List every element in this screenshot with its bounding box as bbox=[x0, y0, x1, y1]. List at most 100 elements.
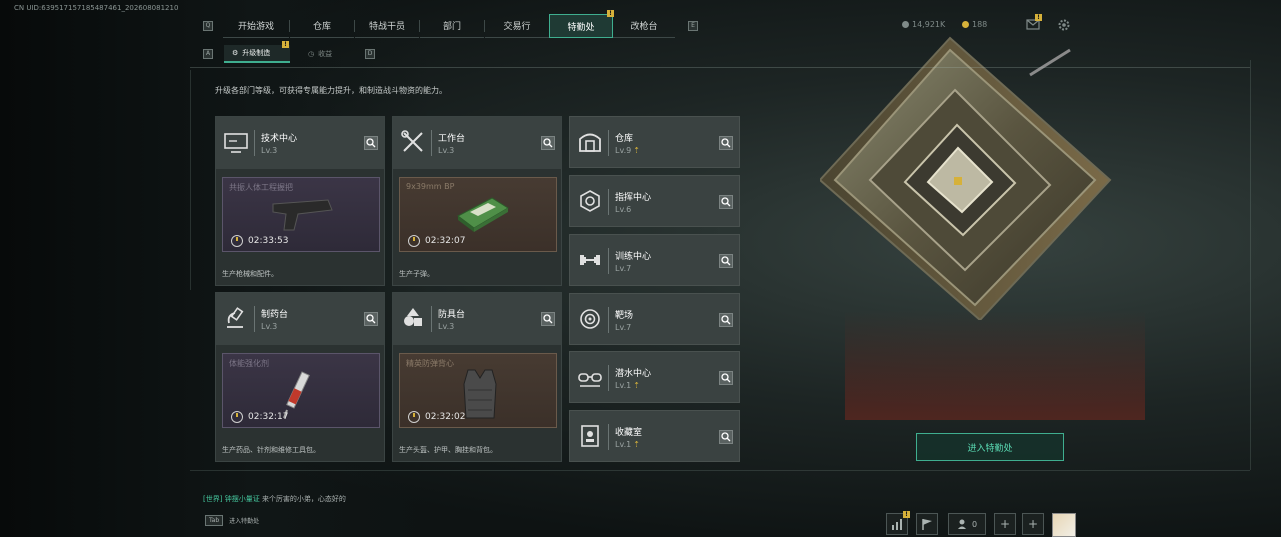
tab-label: 改枪台 bbox=[630, 22, 658, 32]
inspect-button[interactable] bbox=[364, 136, 378, 150]
facility-card-shooting-range[interactable]: 靶场 Lv.7 bbox=[569, 293, 740, 345]
search-icon bbox=[543, 314, 553, 324]
tab-operators[interactable]: 特战干员 bbox=[355, 14, 419, 38]
facility-level-value: Lv.1 bbox=[615, 381, 632, 390]
production-timer: 02:32:17 bbox=[231, 411, 288, 423]
subtab-label: 收益 bbox=[318, 50, 333, 58]
facility-name: 潜水中心 bbox=[615, 369, 652, 379]
gear-icon[interactable] bbox=[1057, 18, 1071, 32]
tab-label: 部门 bbox=[442, 22, 461, 32]
chat-channel: [世界] bbox=[203, 495, 223, 503]
dept-level: Lv.3 bbox=[438, 146, 455, 155]
tab-start-game[interactable]: 开始游戏 bbox=[223, 14, 289, 38]
inspect-button[interactable] bbox=[719, 371, 733, 385]
dept-description: 生产子弹。 bbox=[399, 270, 434, 278]
facility-card-diving-center[interactable]: 潜水中心 Lv.1 ⇡ bbox=[569, 351, 740, 403]
nav-prev-key[interactable]: Q bbox=[203, 21, 213, 31]
dept-level: Lv.3 bbox=[261, 322, 278, 331]
tab-departments[interactable]: 部门 bbox=[420, 14, 484, 38]
enter-special-ops-button[interactable]: 进入特勤处 bbox=[916, 433, 1064, 461]
facility-level: Lv.9 ⇡ bbox=[615, 146, 640, 155]
facility-card-command-center[interactable]: 指挥中心 Lv.6 bbox=[569, 175, 740, 227]
subtab-next-key[interactable]: D bbox=[365, 49, 375, 59]
dept-card-armor-bench[interactable]: 防具台 Lv.3 精英防弹背心 02:32:02 生产头盔、护甲、胸挂和背包。 bbox=[392, 292, 562, 462]
production-slot[interactable]: 共振人体工程握把 02:33:53 bbox=[222, 177, 380, 252]
production-slot[interactable]: 体能强化剂 02:32:17 bbox=[222, 353, 380, 428]
subtab-label: 升级制造 bbox=[242, 49, 271, 57]
goggles-icon bbox=[577, 364, 603, 390]
inspect-button[interactable] bbox=[719, 313, 733, 327]
income-icon: ◷ bbox=[308, 50, 315, 58]
card-header: 防具台 Lv.3 bbox=[393, 293, 561, 345]
dept-card-workbench[interactable]: 工作台 Lv.3 9x39mm BP 02:32:07 生产子弹。 bbox=[392, 116, 562, 286]
card-divider bbox=[608, 424, 609, 450]
production-slot[interactable]: 精英防弹背心 02:32:02 bbox=[399, 353, 557, 428]
flag-button[interactable] bbox=[916, 513, 938, 535]
facility-level-value: Lv.9 bbox=[615, 146, 632, 155]
clock-icon bbox=[408, 235, 420, 247]
production-slot[interactable]: 9x39mm BP 02:32:07 bbox=[399, 177, 557, 252]
frame-line bbox=[1250, 60, 1251, 470]
tab-special-ops[interactable]: 特勤处 ! bbox=[549, 10, 614, 38]
friends-button[interactable]: 0 bbox=[948, 513, 986, 535]
tab-gunsmith[interactable]: 改枪台 bbox=[613, 14, 675, 38]
add-button[interactable]: + bbox=[1022, 513, 1044, 535]
mail-icon[interactable]: ! bbox=[1026, 14, 1042, 30]
facility-card-training-center[interactable]: 训练中心 Lv.7 bbox=[569, 234, 740, 286]
frame-line bbox=[190, 70, 191, 290]
upgrade-icon: ⚙ bbox=[232, 49, 239, 57]
microscope-icon bbox=[223, 305, 249, 331]
dumbbell-icon bbox=[577, 247, 603, 273]
subtab-upgrade-manufacture[interactable]: ⚙ 升级制造 ! bbox=[224, 41, 290, 63]
subtab-income[interactable]: ◷ 收益 bbox=[300, 45, 358, 63]
nav-next-key[interactable]: E bbox=[688, 21, 698, 31]
clock-icon bbox=[231, 411, 243, 423]
facility-card-warehouse[interactable]: 仓库 Lv.9 ⇡ bbox=[569, 116, 740, 168]
inspect-button[interactable] bbox=[719, 430, 733, 444]
flag-icon bbox=[922, 519, 932, 530]
ammo-box-icon bbox=[457, 197, 509, 232]
dept-description: 生产头盔、护甲、胸挂和背包。 bbox=[399, 446, 497, 454]
facility-card-collection-room[interactable]: 收藏室 Lv.1 ⇡ bbox=[569, 410, 740, 462]
dept-name: 技术中心 bbox=[261, 134, 298, 144]
search-icon bbox=[721, 138, 731, 148]
inspect-button[interactable] bbox=[719, 254, 733, 268]
tab-label: 仓库 bbox=[312, 22, 331, 32]
dept-level: Lv.3 bbox=[438, 322, 455, 331]
upgrade-arrow-icon: ⇡ bbox=[633, 381, 640, 390]
avatar[interactable] bbox=[1052, 513, 1076, 537]
card-header: 工作台 Lv.3 bbox=[393, 117, 561, 169]
inspect-button[interactable] bbox=[719, 195, 733, 209]
dept-card-tech-center[interactable]: 技术中心 Lv.3 共振人体工程握把 02:33:53 生产枪械和配件。 bbox=[215, 116, 385, 286]
vest-item-icon bbox=[463, 369, 497, 419]
production-timer: 02:32:02 bbox=[408, 411, 465, 423]
subtab-prev-key[interactable]: A bbox=[203, 49, 213, 59]
money-value: 14,921K bbox=[912, 20, 946, 29]
tab-warehouse[interactable]: 仓库 bbox=[290, 14, 354, 38]
add-button[interactable]: + bbox=[994, 513, 1016, 535]
upgrade-arrow-icon: ⇡ bbox=[633, 440, 640, 449]
notification-badge: ! bbox=[282, 41, 289, 48]
inspect-button[interactable] bbox=[541, 136, 555, 150]
dept-card-pharmacy[interactable]: 制药台 Lv.3 体能强化剂 02:32:17 生产药品、针剂和维修工具包。 bbox=[215, 292, 385, 462]
currency-coins: 188 bbox=[962, 20, 987, 29]
search-icon bbox=[543, 138, 553, 148]
friends-count: 0 bbox=[971, 519, 978, 529]
frame-line bbox=[190, 470, 1250, 471]
inspect-button[interactable] bbox=[541, 312, 555, 326]
stats-button[interactable]: ! bbox=[886, 511, 910, 535]
inspect-button[interactable] bbox=[719, 136, 733, 150]
tab-hint-label: 进入特勤处 bbox=[229, 518, 260, 525]
timer-value: 02:32:02 bbox=[425, 412, 466, 422]
search-icon bbox=[366, 138, 376, 148]
clock-icon bbox=[231, 235, 243, 247]
inspect-button[interactable] bbox=[364, 312, 378, 326]
facility-level: Lv.7 bbox=[615, 323, 632, 332]
target-icon bbox=[577, 306, 603, 332]
tab-hint[interactable]: Tab 进入特勤处 bbox=[205, 515, 259, 526]
facility-name: 收藏室 bbox=[615, 428, 643, 438]
notification-badge: ! bbox=[903, 511, 910, 518]
chat-message[interactable]: [世界] 钟摆小量证 来个厉害的小弟，心态好的 bbox=[203, 494, 346, 504]
card-divider bbox=[254, 306, 255, 332]
tab-trading[interactable]: 交易行 bbox=[485, 14, 549, 38]
